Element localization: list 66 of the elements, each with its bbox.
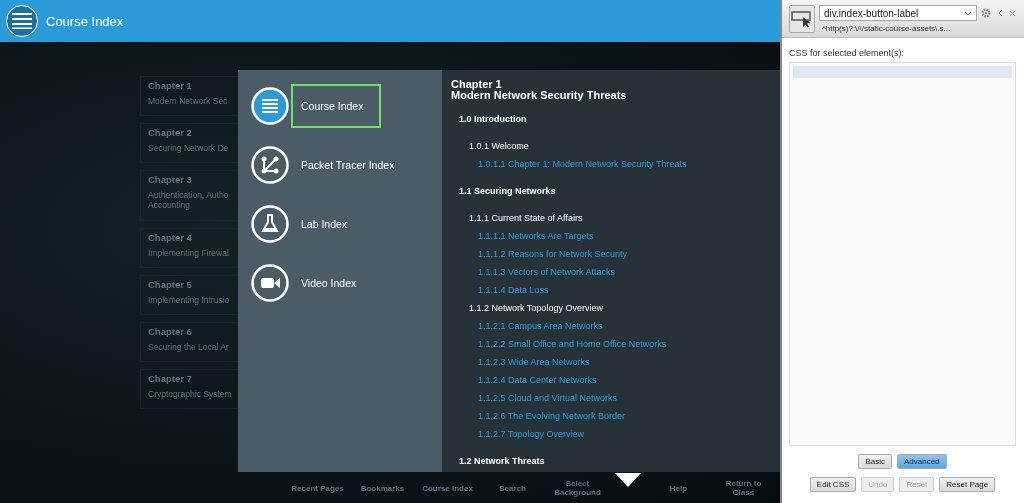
toolbar-button[interactable]: Select Background	[550, 479, 605, 497]
chevron-down-icon	[964, 10, 972, 16]
section-heading: 1.1 Securing Networks	[458, 185, 557, 198]
section-heading: 1.0.1 Welcome	[468, 140, 530, 153]
flask-icon[interactable]	[251, 205, 289, 243]
settings-icon[interactable]	[981, 8, 991, 18]
nodes-icon[interactable]	[251, 146, 289, 184]
toolbar-button[interactable]: Recent Pages	[290, 483, 345, 493]
chapter-title: Implementing Firewal	[148, 248, 230, 258]
topic-link[interactable]: 1.0.1.1 Chapter 1: Modern Network Security Threats	[451, 155, 772, 173]
section-heading: 1.0 Introduction	[458, 113, 528, 126]
chapter-number: Chapter 2	[148, 127, 193, 138]
chapter-number: Chapter 3	[148, 174, 193, 185]
selector-dropdown[interactable]: div.index-button-label	[819, 5, 977, 21]
topic-link[interactable]: 1.1.1.2 Reasons for Network Security	[451, 245, 772, 263]
chapter-number: Chapter 6	[148, 326, 193, 337]
topic-link[interactable]: 1.1.2.4 Data Center Networks	[451, 371, 772, 389]
section-heading: 1.1.2 Network Topology Overview	[468, 302, 604, 315]
mode-button[interactable]: Basic	[858, 454, 892, 469]
chapter-number: Chapter 1	[148, 80, 193, 91]
topic-link[interactable]: 1.1.1.4 Data Loss	[451, 281, 772, 299]
chapter-heading-title: Modern Network Security Threats	[451, 90, 628, 101]
collapse-icon[interactable]	[997, 9, 1003, 17]
chapter-title: Securing Network De	[148, 143, 230, 153]
action-button[interactable]: Reset Page	[939, 477, 996, 492]
chapter-title: Implementing Intrusio	[148, 295, 231, 305]
chapter-number: Chapter 4	[148, 232, 193, 243]
close-icon[interactable]	[1009, 9, 1016, 17]
topic-link[interactable]: 1.1.2.7 Topology Overview	[451, 425, 772, 443]
chapter-title: Authentication, Autho Accounting	[148, 190, 230, 210]
index-menu-item[interactable]: Video Index	[291, 261, 367, 305]
mode-button[interactable]: Advanced	[897, 454, 947, 469]
chapter-number: Chapter 5	[148, 279, 193, 290]
toolbar-button[interactable]: Help	[651, 483, 706, 493]
index-menu-item[interactable]: Lab Index	[291, 202, 358, 246]
topic-link[interactable]: 1.1.2.6 The Evolving Network Border	[451, 407, 772, 425]
chapter-title: Cryptographic System	[148, 389, 233, 399]
section-heading: 1.2 Network Threats	[458, 455, 546, 468]
down-arrow-icon[interactable]	[615, 473, 641, 487]
element-picker-button[interactable]	[789, 5, 815, 33]
topic-link[interactable]: 1.1.2.3 Wide Area Networks	[451, 353, 772, 371]
cursor-select-icon	[791, 10, 813, 28]
url-pattern: ^http(s)?:\/\/static-course-assets\.s...	[821, 24, 952, 33]
toolbar-button[interactable]: Course Index	[420, 483, 475, 493]
toolbar-button[interactable]: Bookmarks	[355, 483, 410, 493]
topic-link[interactable]: 1.1.2.2 Small Office and Home Office Networks	[451, 335, 772, 353]
toolbar-button[interactable]: Search	[485, 483, 540, 493]
index-menu-item[interactable]: Packet Tracer Index	[291, 143, 405, 187]
css-label: CSS for selected element(s):	[789, 48, 906, 58]
chapter-heading: Chapter 1	[451, 79, 502, 90]
topic-link[interactable]: 1.1.2.1 Campus Area Networks	[451, 317, 772, 335]
action-button[interactable]: Edit CSS	[809, 477, 857, 492]
menu-button[interactable]	[6, 5, 38, 37]
page-title: Course Index	[46, 13, 124, 29]
menu-icon[interactable]	[251, 87, 289, 125]
video-camera-icon[interactable]	[251, 264, 289, 302]
chapter-title: Modern Network Sec	[148, 96, 229, 106]
chapter-title: Securing the Local Ar	[148, 342, 230, 352]
section-heading: 1.1.1 Current State of Affairs	[468, 212, 584, 225]
toolbar-button[interactable]: Return to Class	[716, 479, 771, 497]
topic-link[interactable]: 1.1.1.1 Networks Are Targets	[451, 227, 772, 245]
chapter-number: Chapter 7	[148, 373, 193, 384]
index-menu-item[interactable]: Course Index	[291, 84, 381, 128]
topic-link[interactable]: 1.1.1.3 Vectors of Network Attacks	[451, 263, 772, 281]
menu-icon	[12, 13, 32, 29]
topic-link[interactable]: 1.1.2.5 Cloud and Virtual Networks	[451, 389, 772, 407]
